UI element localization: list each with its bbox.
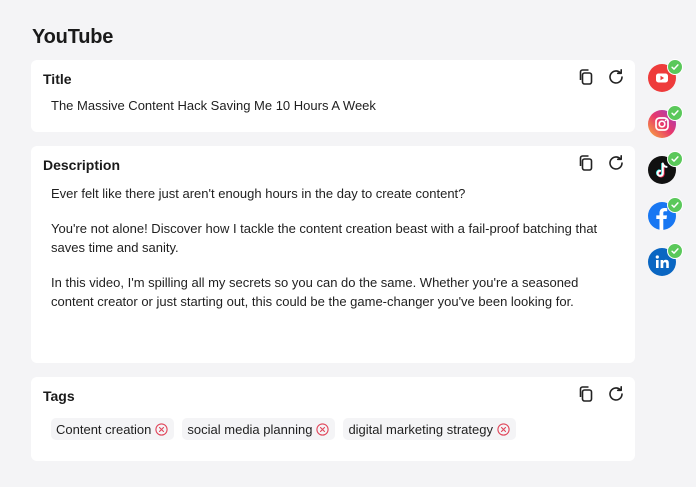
tags-list: Content creation social media planning d… xyxy=(51,418,516,440)
description-text[interactable]: Ever felt like there just aren't enough … xyxy=(51,184,621,327)
regenerate-tags-button[interactable] xyxy=(607,385,625,403)
platform-tiktok[interactable] xyxy=(648,151,683,184)
platform-linkedin[interactable] xyxy=(648,243,683,276)
check-icon xyxy=(667,197,683,213)
check-icon xyxy=(667,151,683,167)
tag-chip: social media planning xyxy=(182,418,336,440)
tag-remove-button[interactable] xyxy=(497,422,510,436)
description-paragraph: In this video, I'm spilling all my secre… xyxy=(51,275,579,309)
copy-title-button[interactable] xyxy=(577,68,595,86)
copy-description-button[interactable] xyxy=(577,154,595,172)
description-label: Description xyxy=(43,157,121,173)
tag-remove-button[interactable] xyxy=(155,422,169,436)
description-paragraph: You're not alone! Discover how I tackle … xyxy=(51,221,598,255)
close-circle-icon xyxy=(316,422,330,436)
copy-tags-button[interactable] xyxy=(577,385,595,403)
description-paragraph: Ever felt like there just aren't enough … xyxy=(51,186,466,201)
tags-card: Tags Content creation social media plann… xyxy=(31,377,635,461)
title-actions xyxy=(577,68,625,86)
title-card: Title The Massive Content Hack Saving Me… xyxy=(31,60,635,132)
check-icon xyxy=(667,105,683,121)
tag-label: social media planning xyxy=(187,421,313,437)
tags-actions xyxy=(577,385,625,403)
tag-label: digital marketing strategy xyxy=(348,421,493,437)
close-circle-icon xyxy=(497,422,510,436)
platform-instagram[interactable] xyxy=(648,105,683,138)
tags-label: Tags xyxy=(43,388,75,404)
platform-facebook[interactable] xyxy=(648,197,683,230)
refresh-icon xyxy=(609,155,623,170)
title-label: Title xyxy=(43,71,72,87)
refresh-icon xyxy=(609,386,623,401)
platform-youtube[interactable] xyxy=(648,59,683,92)
copy-icon xyxy=(579,386,593,402)
refresh-icon xyxy=(609,69,623,84)
description-card: Description Ever felt like there just ar… xyxy=(31,146,635,363)
regenerate-description-button[interactable] xyxy=(607,154,625,172)
tag-remove-button[interactable] xyxy=(316,422,330,436)
check-icon xyxy=(667,59,683,75)
tag-label: Content creation xyxy=(56,421,152,437)
page-title: YouTube xyxy=(32,26,114,48)
close-circle-icon xyxy=(155,422,169,436)
description-actions xyxy=(577,154,625,172)
check-icon xyxy=(667,243,683,259)
title-text[interactable]: The Massive Content Hack Saving Me 10 Ho… xyxy=(51,98,376,113)
tag-chip: Content creation xyxy=(51,418,175,440)
tag-chip: digital marketing strategy xyxy=(343,418,516,440)
copy-icon xyxy=(579,69,593,85)
regenerate-title-button[interactable] xyxy=(607,68,625,86)
copy-icon xyxy=(579,155,593,171)
